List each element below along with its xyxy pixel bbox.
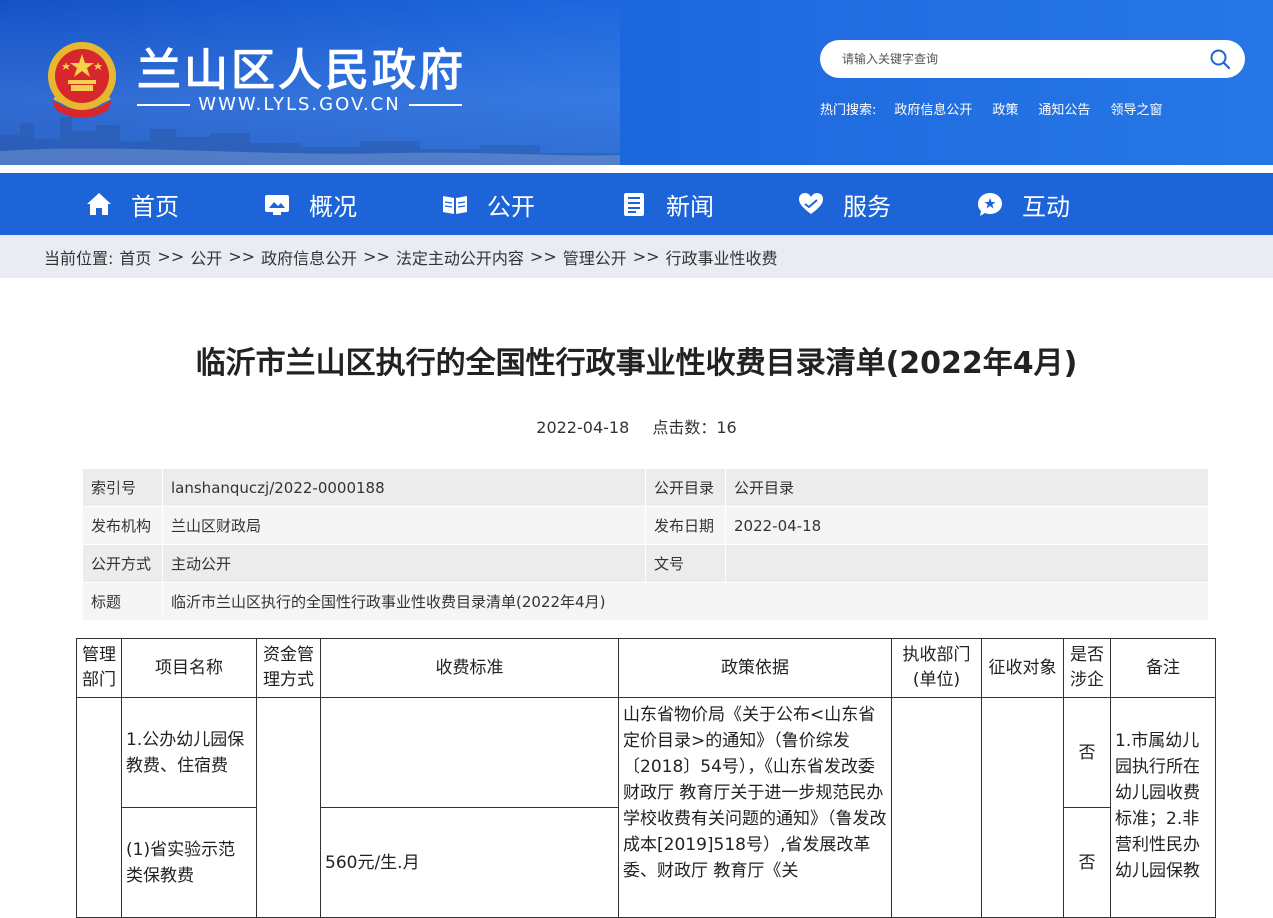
breadcrumb-separator: >> <box>157 247 185 266</box>
cell-project: 1.公办幼儿园保教费、住宿费 <box>121 697 257 808</box>
header-divider <box>0 165 1273 173</box>
url-divider-right <box>408 103 462 106</box>
national-emblem-logo <box>48 42 116 118</box>
site-title: 兰山区人民政府 <box>137 45 466 96</box>
site-header: 兰山区人民政府 WWW.LYLS.GOV.CN 热门搜索: 政府信息公开 政策 … <box>0 0 1273 165</box>
info-key-date: 发布日期 <box>645 506 726 545</box>
breadcrumb-gov-info[interactable]: 政府信息公开 <box>261 245 357 269</box>
cell-fund-mgmt <box>256 697 321 918</box>
col-header-collector: 执收部门(单位) <box>891 638 982 698</box>
info-key-docno: 文号 <box>645 544 726 583</box>
hot-search: 热门搜索: 政府信息公开 政策 通知公告 领导之窗 <box>820 99 1162 118</box>
info-key-title: 标题 <box>82 582 163 621</box>
breadcrumb-separator: >> <box>632 247 660 266</box>
nav-label-home: 首页 <box>131 192 179 221</box>
table-row: 发布机构 兰山区财政局 发布日期 2022-04-18 <box>82 506 1209 545</box>
info-key-org: 发布机构 <box>82 506 163 545</box>
breadcrumb-separator: >> <box>363 247 390 266</box>
nav-label-interact: 互动 <box>1022 192 1070 221</box>
col-header-fund-mgmt: 资金管理方式 <box>256 638 321 698</box>
search-input[interactable] <box>842 48 1202 70</box>
col-header-dept: 管理部门 <box>76 638 122 698</box>
document-info-table: 索引号 lanshanquczj/2022-0000188 公开目录 公开目录 … <box>82 468 1209 621</box>
info-key-mode: 公开方式 <box>82 544 163 583</box>
nav-item-open[interactable]: 公开 <box>441 173 535 235</box>
col-header-enterprise: 是否涉企 <box>1063 638 1111 698</box>
nav-item-overview[interactable]: 概况 <box>263 173 357 235</box>
info-val-index: lanshanquczj/2022-0000188 <box>162 468 646 507</box>
hot-search-label: 热门搜索: <box>820 103 877 118</box>
breadcrumb-home[interactable]: 首页 <box>119 245 151 269</box>
col-header-note: 备注 <box>1110 638 1216 698</box>
nav-label-news: 新闻 <box>666 192 714 221</box>
cell-note: 1.市属幼儿园执行所在幼儿园收费标准；2.非营利性民办幼儿园保教 <box>1110 697 1216 918</box>
click-count: 点击数：16 <box>652 418 737 437</box>
info-key-catalog: 公开目录 <box>645 468 726 507</box>
info-val-date: 2022-04-18 <box>725 506 1209 545</box>
chat-bubble-icon <box>978 193 1002 216</box>
nav-item-interact[interactable]: 互动 <box>976 173 1070 235</box>
nav-item-news[interactable]: 新闻 <box>620 173 714 235</box>
breadcrumb-open[interactable]: 公开 <box>190 245 222 269</box>
info-val-org: 兰山区财政局 <box>162 506 646 545</box>
table-row: 标题 临沂市兰山区执行的全国性行政事业性收费目录清单(2022年4月) <box>82 582 1209 621</box>
publish-date: 2022-04-18 <box>536 418 630 437</box>
hot-link-leaders[interactable]: 领导之窗 <box>1110 99 1162 118</box>
cell-standard: 560元/生.月 <box>320 807 619 918</box>
nav-item-home[interactable]: 首页 <box>85 173 179 235</box>
hot-link-policy[interactable]: 政策 <box>992 99 1018 118</box>
nav-label-overview: 概况 <box>309 192 357 221</box>
breadcrumb-separator: >> <box>529 247 557 266</box>
table-header-row: 管理部门 项目名称 资金管理方式 收费标准 政策依据 执收部门(单位) 征收对象… <box>76 638 1216 698</box>
info-val-docno <box>725 544 1209 583</box>
page-title: 临沂市兰山区执行的全国性行政事业性收费目录清单(2022年4月) <box>195 346 1078 381</box>
cell-enterprise: 否 <box>1063 807 1111 918</box>
hot-link-notice[interactable]: 通知公告 <box>1038 99 1090 118</box>
hot-link-gov-info[interactable]: 政府信息公开 <box>894 99 972 118</box>
site-url-text: WWW.LYLS.GOV.CN <box>198 94 401 115</box>
table-row: 1.公办幼儿园保教费、住宿费 山东省物价局《关于公布<山东省定价目录>的通知》（… <box>76 697 1216 918</box>
info-key-index: 索引号 <box>82 468 163 507</box>
home-icon <box>87 193 111 215</box>
cell-dept <box>76 697 122 918</box>
cell-project: (1)省实验示范类保教费 <box>121 807 257 918</box>
nav-label-service: 服务 <box>843 192 891 221</box>
open-book-icon <box>443 196 467 214</box>
site-url: WWW.LYLS.GOV.CN <box>137 94 462 115</box>
url-divider-left <box>137 103 191 106</box>
breadcrumb: 当前位置: 首页 >> 公开 >> 政府信息公开 >> 法定主动公开内容 >> … <box>0 235 1273 278</box>
article-meta: 2022-04-18 点击数：16 <box>0 414 1273 438</box>
info-val-catalog: 公开目录 <box>725 468 1209 507</box>
main-nav: 首页 概况 公开 新闻 服务 互动 <box>0 173 1273 235</box>
search-box <box>820 40 1245 78</box>
fee-catalog-table: 管理部门 项目名称 资金管理方式 收费标准 政策依据 执收部门(单位) 征收对象… <box>76 638 1216 918</box>
nav-item-service[interactable]: 服务 <box>797 173 891 235</box>
info-val-mode: 主动公开 <box>162 544 646 583</box>
col-header-standard: 收费标准 <box>320 638 619 698</box>
table-row: 公开方式 主动公开 文号 <box>82 544 1209 583</box>
table-row: 索引号 lanshanquczj/2022-0000188 公开目录 公开目录 <box>82 468 1209 507</box>
overview-icon <box>265 195 289 215</box>
breadcrumb-management[interactable]: 管理公开 <box>563 245 627 269</box>
col-header-target: 征收对象 <box>981 638 1064 698</box>
breadcrumb-label: 当前位置: <box>44 248 114 268</box>
breadcrumb-fees[interactable]: 行政事业性收费 <box>666 245 778 269</box>
search-icon[interactable] <box>1209 48 1231 70</box>
cell-policy: 山东省物价局《关于公布<山东省定价目录>的通知》（鲁价综发〔2018〕54号），… <box>618 697 892 918</box>
heart-hand-icon <box>799 193 823 214</box>
cell-standard <box>320 697 619 808</box>
cell-enterprise: 否 <box>1063 697 1111 808</box>
col-header-project: 项目名称 <box>121 638 257 698</box>
cell-collector <box>891 697 982 918</box>
cell-target <box>981 697 1064 918</box>
nav-label-open: 公开 <box>487 192 535 221</box>
breadcrumb-separator: >> <box>228 247 256 266</box>
news-icon <box>624 193 644 216</box>
breadcrumb-statutory[interactable]: 法定主动公开内容 <box>396 245 524 269</box>
info-val-title: 临沂市兰山区执行的全国性行政事业性收费目录清单(2022年4月) <box>162 582 1209 621</box>
col-header-policy: 政策依据 <box>618 638 892 698</box>
